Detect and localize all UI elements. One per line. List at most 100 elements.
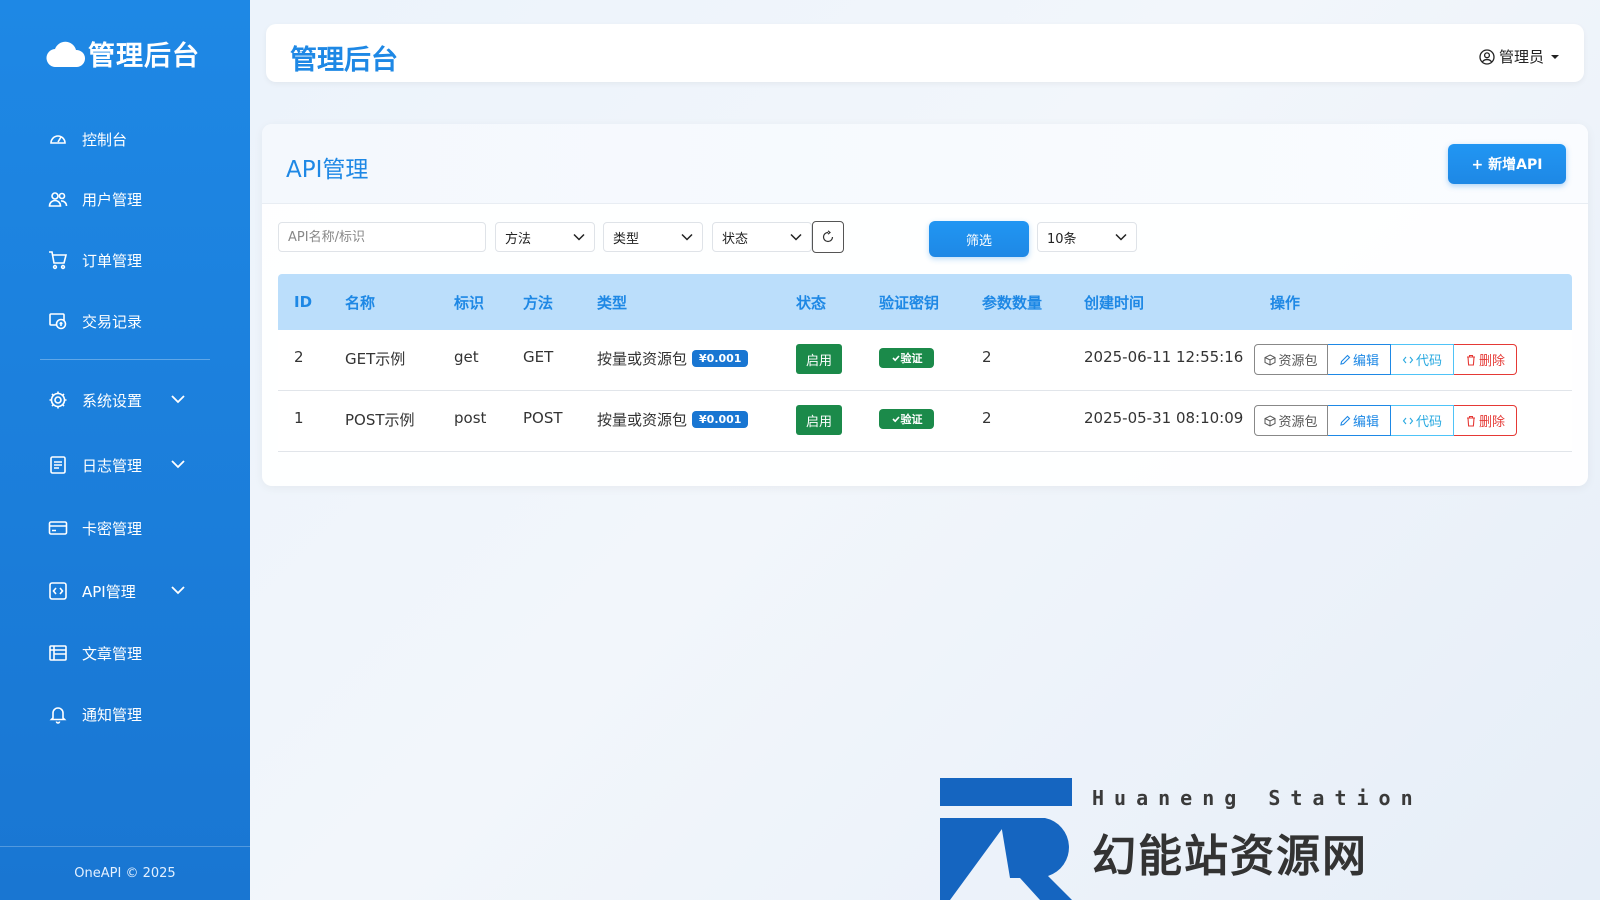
type-text: 按量或资源包: [597, 411, 688, 429]
column-header[interactable]: 验证密钥: [879, 292, 939, 313]
sidebar-item-logs[interactable]: 日志管理: [48, 450, 218, 480]
sidebar-item-label: 用户管理: [82, 190, 143, 209]
sidebar-footer-divider: [0, 846, 250, 847]
chevron-down-icon: [681, 233, 693, 241]
sidebar-item-articles[interactable]: 文章管理: [48, 638, 218, 668]
code-button[interactable]: 代码: [1391, 344, 1454, 375]
column-header[interactable]: 参数数量: [982, 292, 1042, 313]
delete-label: 删除: [1478, 415, 1505, 430]
sidebar-item-label: 控制台: [82, 130, 128, 149]
page-title: 管理后台: [290, 45, 398, 76]
cell-method: POST: [523, 409, 563, 427]
sidebar-item-transactions[interactable]: 交易记录: [48, 306, 218, 336]
watermark-subtitle: Huaneng Station: [1092, 786, 1423, 810]
package-label: 资源包: [1278, 415, 1318, 430]
type-select-value: 类型: [613, 231, 640, 247]
api-icon: [48, 581, 68, 601]
code-button[interactable]: 代码: [1391, 405, 1454, 436]
trash-icon: [1466, 354, 1475, 366]
chevron-down-icon: [171, 460, 185, 469]
column-header[interactable]: 方法: [523, 292, 553, 313]
column-header[interactable]: 创建时间: [1084, 292, 1144, 313]
top-header: 管理后台 管理员: [266, 24, 1584, 82]
brand-logo[interactable]: 管理后台: [46, 34, 200, 73]
sidebar-item-cards[interactable]: 卡密管理: [48, 513, 218, 543]
package-button[interactable]: 资源包: [1254, 405, 1328, 436]
card-icon: [48, 518, 68, 538]
log-icon: [48, 455, 68, 475]
cell-name: POST示例: [345, 411, 415, 429]
article-icon: [48, 643, 68, 663]
type-select[interactable]: 类型: [603, 222, 703, 252]
delete-button[interactable]: 删除: [1454, 405, 1517, 436]
sidebar-item-orders[interactable]: 订单管理: [48, 245, 218, 275]
cell-params: 2: [982, 348, 992, 366]
transaction-icon: [48, 311, 68, 331]
sidebar-footer: OneAPI © 2025: [74, 866, 176, 881]
add-api-button[interactable]: + 新增API: [1448, 144, 1566, 184]
search-input[interactable]: [278, 222, 486, 252]
sidebar-item-users[interactable]: 用户管理: [48, 184, 218, 214]
edit-label: 编辑: [1352, 354, 1379, 369]
check-icon: [891, 355, 900, 362]
column-header[interactable]: 操作: [1270, 292, 1300, 313]
type-text: 按量或资源包: [597, 350, 688, 368]
trash-icon: [1466, 415, 1475, 427]
user-menu[interactable]: 管理员: [1479, 46, 1560, 67]
cell-created: 2025-05-31 08:10:09: [1084, 409, 1244, 427]
method-select[interactable]: 方法: [495, 222, 595, 252]
cell-type: 按量或资源包 ¥0.001: [597, 409, 749, 430]
table-row: 1 POST示例 post POST 按量或资源包 ¥0.001 启用 验证 2 …: [278, 391, 1572, 452]
row-actions: 资源包 编辑 代码 删除: [1254, 344, 1517, 375]
api-table: ID 名称 标识 方法 类型 状态 验证密钥 参数数量 创建时间 操作 2 GE…: [278, 274, 1572, 452]
package-button[interactable]: 资源包: [1254, 344, 1328, 375]
sidebar-item-notifications[interactable]: 通知管理: [48, 699, 218, 729]
cell-ident: post: [454, 409, 487, 427]
reset-button[interactable]: [812, 221, 844, 253]
box-icon: [1264, 414, 1276, 427]
verify-badge: 验证: [879, 348, 934, 368]
delete-button[interactable]: 删除: [1454, 344, 1517, 375]
sidebar-item-api[interactable]: API管理: [48, 576, 218, 606]
page-size-select[interactable]: 10条: [1037, 222, 1137, 252]
sidebar-item-system-settings[interactable]: 系统设置: [48, 385, 218, 415]
column-header[interactable]: 状态: [796, 292, 826, 313]
chevron-down-icon: [790, 233, 802, 241]
code-icon: [1402, 356, 1414, 363]
sidebar-item-label: 订单管理: [82, 251, 143, 270]
code-icon: [1402, 417, 1414, 424]
cloud-icon: [46, 41, 85, 67]
card-header: API管理 + 新增API: [262, 124, 1588, 204]
column-header[interactable]: 类型: [597, 292, 627, 313]
page-size-value: 10条: [1047, 231, 1077, 247]
chevron-down-icon: [1115, 233, 1127, 241]
chevron-down-icon: [171, 586, 185, 595]
cell-id: 1: [294, 409, 304, 427]
status-select[interactable]: 状态: [712, 222, 812, 252]
users-icon: [48, 189, 68, 209]
sidebar-divider: [40, 359, 210, 360]
column-header[interactable]: ID: [294, 293, 312, 311]
caret-down-icon: [1551, 54, 1559, 59]
gear-icon: [48, 390, 68, 410]
sidebar-item-dashboard[interactable]: 控制台: [48, 124, 218, 154]
edit-label: 编辑: [1352, 415, 1379, 430]
filter-button[interactable]: 筛选: [929, 221, 1029, 257]
pencil-icon: [1340, 415, 1351, 426]
refresh-icon: [822, 230, 834, 243]
package-label: 资源包: [1278, 354, 1318, 369]
cell-type: 按量或资源包 ¥0.001: [597, 348, 749, 369]
card-title: API管理: [286, 157, 369, 183]
sidebar-item-label: 卡密管理: [82, 519, 143, 538]
chevron-down-icon: [171, 395, 185, 404]
column-header[interactable]: 名称: [345, 292, 375, 313]
method-select-value: 方法: [505, 231, 532, 247]
edit-button[interactable]: 编辑: [1328, 344, 1391, 375]
column-header[interactable]: 标识: [454, 292, 484, 313]
cell-id: 2: [294, 348, 304, 366]
verify-badge: 验证: [879, 409, 934, 429]
status-select-value: 状态: [722, 231, 749, 247]
sidebar-item-label: 通知管理: [82, 705, 143, 724]
price-badge: ¥0.001: [692, 350, 749, 367]
edit-button[interactable]: 编辑: [1328, 405, 1391, 436]
